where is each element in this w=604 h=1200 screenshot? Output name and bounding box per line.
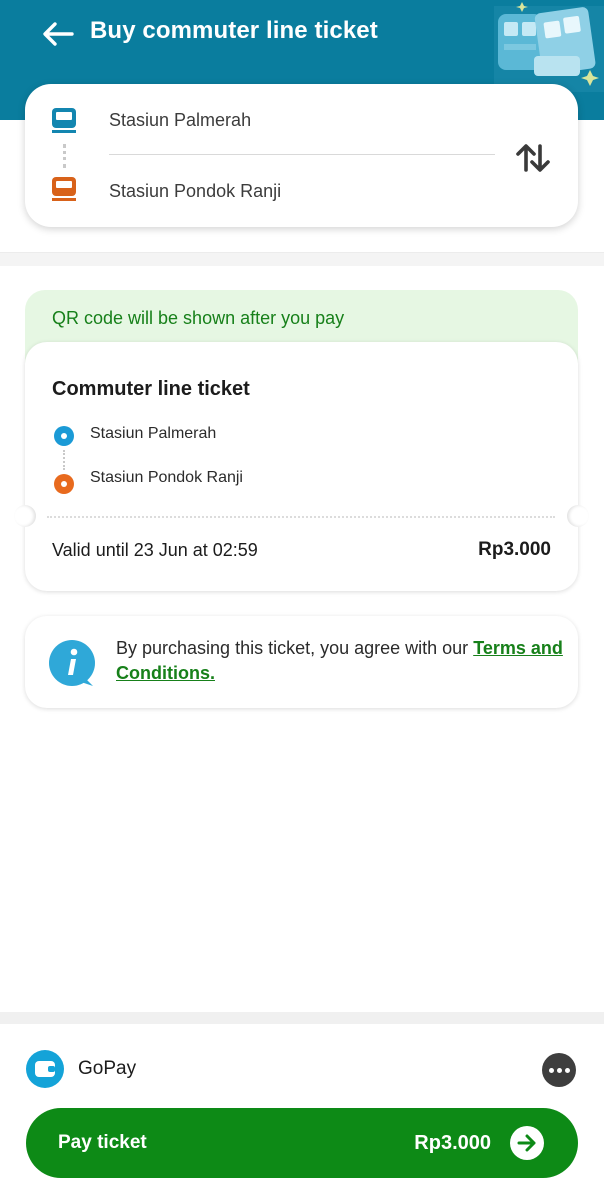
train-from-icon	[52, 108, 76, 133]
swap-stations-button[interactable]	[514, 139, 552, 177]
origin-station[interactable]: Stasiun Palmerah	[109, 110, 251, 131]
more-icon	[548, 1067, 554, 1073]
bottom-separator	[0, 1012, 604, 1024]
train-illustration-icon	[494, 2, 604, 92]
train-to-icon	[52, 177, 76, 201]
pay-button-amount: Rp3.000	[414, 1132, 491, 1154]
ticket-origin: Stasiun Palmerah	[90, 425, 217, 442]
payment-method-label[interactable]: GoPay	[78, 1058, 136, 1080]
gopay-wallet-icon	[26, 1050, 64, 1088]
destination-station[interactable]: Stasiun Pondok Ranji	[109, 181, 281, 202]
page-title: Buy commuter line ticket	[90, 17, 378, 44]
arrow-right-icon	[510, 1126, 544, 1160]
destination-dot-icon	[54, 474, 74, 494]
qr-notice-text: QR code will be shown after you pay	[52, 308, 345, 328]
back-arrow-icon	[43, 22, 74, 46]
route-selector: Stasiun Palmerah Stasiun Pondok Ranji	[25, 84, 578, 227]
more-options-button[interactable]	[542, 1053, 576, 1087]
ticket-notch-left	[14, 505, 36, 527]
info-icon	[49, 640, 95, 686]
back-button[interactable]	[40, 20, 76, 48]
ticket-destination: Stasiun Pondok Ranji	[90, 469, 243, 486]
origin-dot-icon	[54, 426, 74, 446]
section-separator	[0, 252, 604, 266]
terms-notice: By purchasing this ticket, you agree wit…	[25, 616, 578, 708]
swap-icon	[516, 144, 550, 172]
ticket-validity: Valid until 23 Jun at 02:59	[52, 540, 258, 560]
terms-prefix: By purchasing this ticket, you agree wit…	[116, 638, 474, 658]
terms-text: By purchasing this ticket, you agree wit…	[116, 636, 566, 686]
pay-button-label: Pay ticket	[58, 1132, 147, 1153]
ticket-title: Commuter line ticket	[52, 378, 250, 400]
divider	[109, 154, 495, 155]
pay-ticket-button[interactable]: Pay ticket Rp3.000	[26, 1108, 578, 1178]
ticket-notch-right	[567, 505, 589, 527]
ticket-perforation	[47, 516, 555, 518]
ticket-route-connector	[63, 450, 65, 470]
ticket-summary-card: Commuter line ticket Stasiun Palmerah St…	[14, 342, 589, 591]
ticket-price: Rp3.000	[478, 539, 551, 560]
route-connector	[63, 144, 66, 168]
